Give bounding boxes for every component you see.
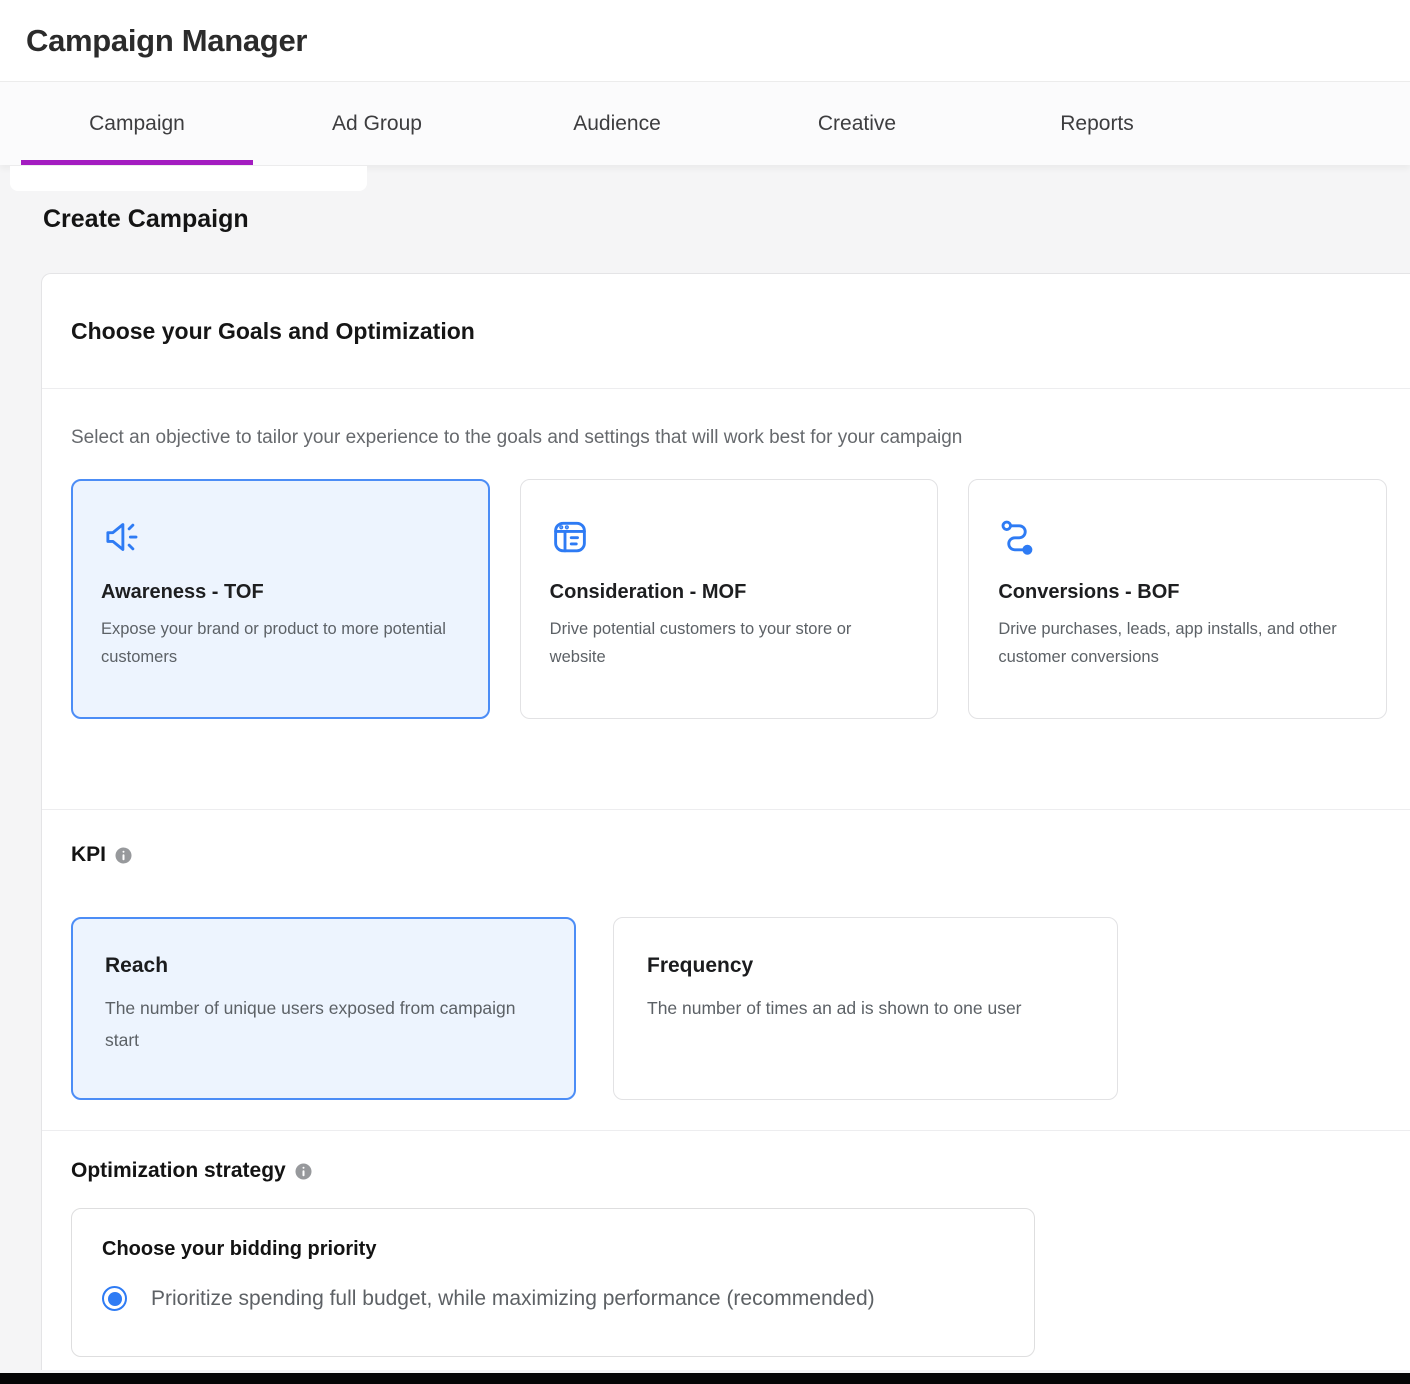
goals-card-header: Choose your Goals and Optimization: [42, 274, 1410, 389]
radio-selected-icon[interactable]: [102, 1286, 127, 1311]
optimization-label: Optimization strategy: [71, 1159, 286, 1183]
objective-description: Drive potential customers to your store …: [550, 615, 895, 671]
tab-audience[interactable]: Audience: [501, 82, 733, 165]
objectives-section: Select an objective to tailor your exper…: [42, 389, 1410, 810]
tab-reports[interactable]: Reports: [981, 82, 1213, 165]
goals-card: Choose your Goals and Optimization Selec…: [41, 273, 1410, 1370]
objective-card-row: Awareness - TOF Expose your brand or pro…: [71, 479, 1387, 719]
screen-bottom-edge-bar: [0, 1373, 1410, 1384]
megaphone-icon: [101, 517, 460, 557]
objective-card-conversions[interactable]: Conversions - BOF Drive purchases, leads…: [968, 479, 1387, 719]
bidding-option-label: Prioritize spending full budget, while m…: [151, 1287, 875, 1311]
tab-ad-group[interactable]: Ad Group: [261, 82, 493, 165]
objective-card-awareness[interactable]: Awareness - TOF Expose your brand or pro…: [71, 479, 490, 719]
bidding-priority-title: Choose your bidding priority: [102, 1238, 1004, 1261]
route-icon: [998, 517, 1357, 557]
app-title: Campaign Manager: [26, 23, 307, 59]
objective-card-consideration[interactable]: Consideration - MOF Drive potential cust…: [520, 479, 939, 719]
tab-campaign[interactable]: Campaign: [21, 82, 253, 165]
kpi-card-frequency[interactable]: Frequency The number of times an ad is s…: [613, 917, 1118, 1100]
tab-bar: Campaign Ad Group Audience Creative Repo…: [0, 82, 1410, 165]
bidding-priority-box: Choose your bidding priority Prioritize …: [71, 1208, 1035, 1357]
goals-card-title: Choose your Goals and Optimization: [71, 318, 475, 345]
info-icon[interactable]: [295, 1163, 312, 1180]
info-icon[interactable]: [115, 847, 132, 864]
kpi-title: Frequency: [647, 954, 1084, 978]
objective-title: Awareness - TOF: [101, 581, 460, 604]
page-title: Create Campaign: [43, 205, 1410, 234]
kpi-description: The number of times an ad is shown to on…: [647, 992, 1084, 1024]
objective-prompt: Select an objective to tailor your exper…: [71, 389, 1387, 449]
tab-creative[interactable]: Creative: [741, 82, 973, 165]
app-header: Campaign Manager: [0, 0, 1410, 82]
kpi-card-reach[interactable]: Reach The number of unique users exposed…: [71, 917, 576, 1100]
bidding-option-full-budget[interactable]: Prioritize spending full budget, while m…: [102, 1286, 1004, 1311]
objective-description: Drive purchases, leads, app installs, an…: [998, 615, 1343, 671]
kpi-card-row: Reach The number of unique users exposed…: [71, 917, 1387, 1100]
kpi-title: Reach: [105, 954, 542, 978]
kpi-label: KPI: [71, 843, 106, 867]
objective-title: Conversions - BOF: [998, 581, 1357, 604]
objective-title: Consideration - MOF: [550, 581, 909, 604]
browser-window-icon: [550, 517, 909, 557]
kpi-section: KPI Reach The number of unique users exp…: [42, 810, 1410, 1131]
objective-description: Expose your brand or product to more pot…: [101, 615, 446, 671]
kpi-description: The number of unique users exposed from …: [105, 992, 542, 1056]
optimization-section: Optimization strategy Choose your biddin…: [42, 1131, 1410, 1357]
tabbar-lower-strip: [10, 166, 367, 191]
